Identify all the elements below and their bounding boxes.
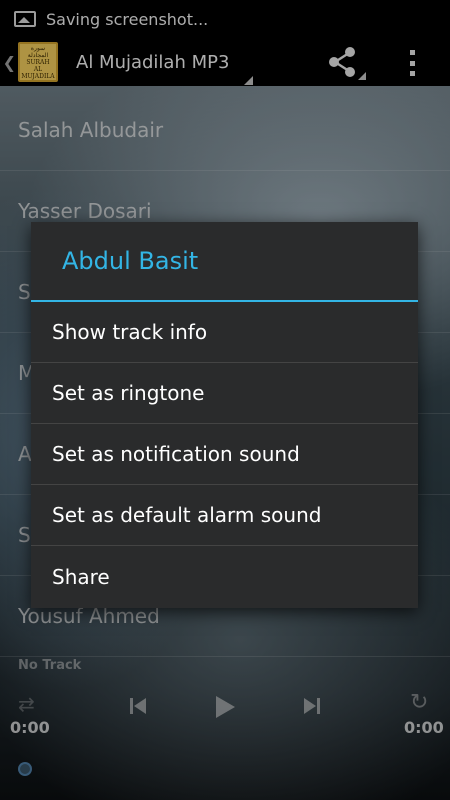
context-menu-dialog: Abdul Basit Show track info Set as ringt… <box>31 222 418 608</box>
menu-item-set-ringtone[interactable]: Set as ringtone <box>31 363 418 424</box>
menu-item-set-notification-sound[interactable]: Set as notification sound <box>31 424 418 485</box>
dialog-title: Abdul Basit <box>31 222 418 302</box>
menu-item-set-alarm-sound[interactable]: Set as default alarm sound <box>31 485 418 546</box>
menu-item-share[interactable]: Share <box>31 546 418 607</box>
menu-item-show-track-info[interactable]: Show track info <box>31 302 418 363</box>
